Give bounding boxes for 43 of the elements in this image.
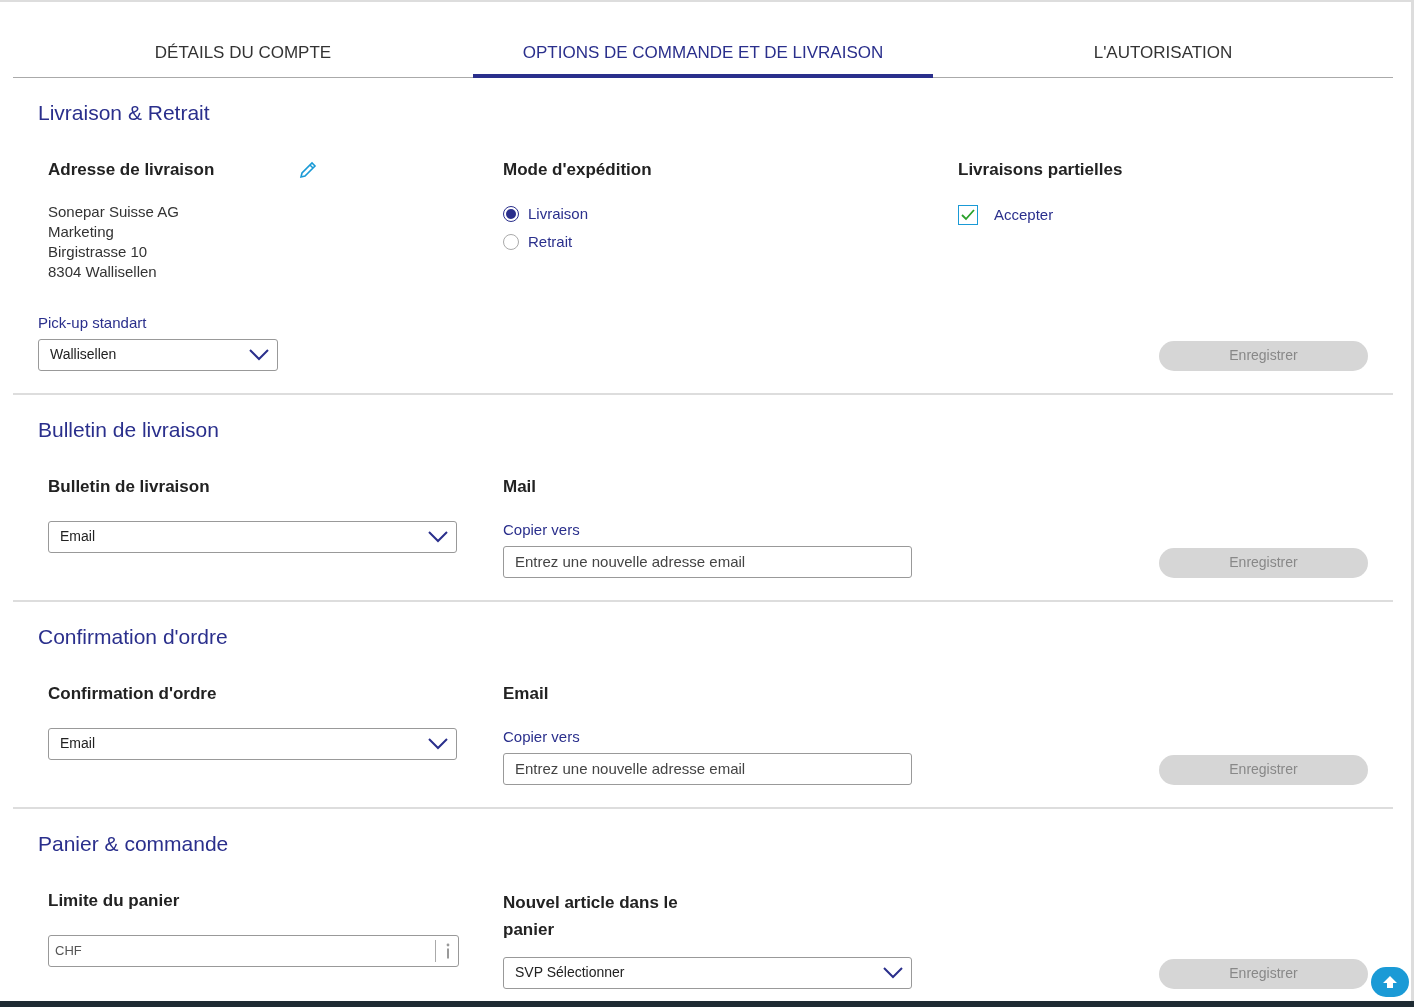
edit-button[interactable] (298, 159, 318, 180)
field-heading: Email (503, 682, 550, 705)
field-label: Copier vers (503, 520, 581, 539)
section-title: Panier & commande (38, 830, 230, 857)
amount-field[interactable]: CHF (48, 934, 459, 967)
radio-option[interactable]: Livraison (503, 203, 912, 224)
tab[interactable]: OPTIONS DE COMMANDE ET DE LIVRAISON (473, 30, 933, 78)
field-heading: Adresse de livraison (48, 158, 215, 181)
section-title: Bulletin de livraison (38, 416, 220, 443)
checkbox-option[interactable]: Accepter (958, 203, 1368, 226)
field-label: Copier vers (503, 727, 581, 746)
field-heading: Nouvel article dans le panier (503, 891, 679, 941)
address-line: Marketing (48, 221, 115, 242)
scroll-to-top-button[interactable] (1371, 967, 1409, 997)
address-line: 8304 Wallisellen (48, 261, 158, 282)
field-heading: Livraisons partielles (958, 158, 1124, 181)
dropdown[interactable]: Wallisellen (38, 338, 278, 371)
section-title: Confirmation d'ordre (38, 623, 229, 650)
tab[interactable]: L'AUTORISATION (933, 30, 1393, 78)
field-heading: Mode d'expédition (503, 158, 653, 181)
chevron-down-icon (428, 737, 448, 750)
chevron-down-icon (428, 530, 448, 543)
pencil-icon (298, 159, 318, 180)
field-heading: Confirmation d'ordre (48, 682, 218, 705)
address-line: Birgistrasse 10 (48, 241, 149, 262)
field-heading: Bulletin de livraison (48, 475, 211, 498)
info-icon (444, 942, 452, 959)
email-field[interactable]: Entrez une nouvelle adresse email (503, 545, 912, 578)
field-heading: Mail (503, 475, 538, 498)
chevron-down-icon (249, 348, 269, 361)
tab[interactable]: DÉTAILS DU COMPTE (13, 30, 473, 78)
checkmark-icon (961, 208, 975, 221)
dropdown[interactable]: Email (48, 520, 457, 553)
up-arrow-icon (1382, 975, 1398, 989)
address-line: Sonepar Suisse AG (48, 201, 180, 222)
chevron-down-icon (883, 966, 903, 979)
dropdown[interactable]: SVP Sélectionner (503, 956, 912, 989)
dropdown[interactable]: Email (48, 727, 457, 760)
radio-option[interactable]: Retrait (503, 231, 912, 252)
email-field[interactable]: Entrez une nouvelle adresse email (503, 752, 912, 785)
field-heading: Limite du panier (48, 889, 181, 912)
section-title: Livraison & Retrait (38, 99, 211, 126)
field-label: Pick-up standart (38, 313, 148, 332)
